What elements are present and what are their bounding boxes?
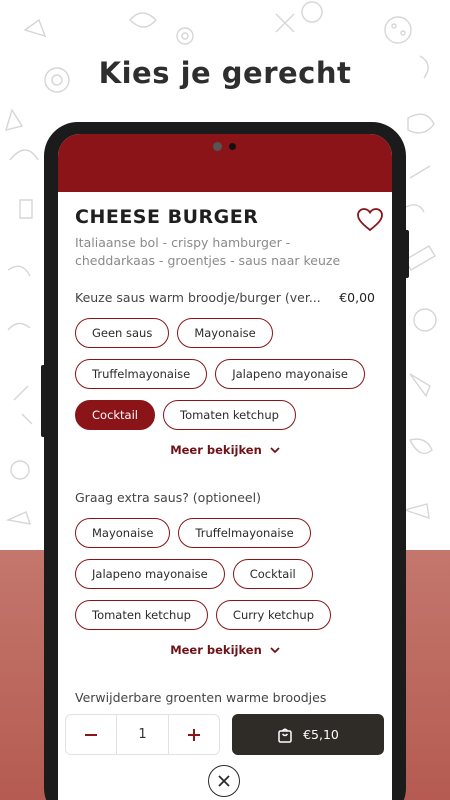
quantity-value: 1 xyxy=(116,715,169,754)
section-title: Graag extra saus? (optioneel) xyxy=(75,490,261,505)
option-chip-mayonaise[interactable]: Mayonaise xyxy=(177,318,273,348)
sensor-icon xyxy=(229,143,236,150)
option-chip-cocktail[interactable]: Cocktail xyxy=(232,559,313,589)
show-more-button[interactable]: Meer bekijken xyxy=(75,643,375,657)
product-title: CHEESE BURGER xyxy=(75,206,259,228)
sauce-choice-section: Keuze saus warm broodje/burger (ver... €… xyxy=(75,290,375,457)
section-title: Keuze saus warm broodje/burger (ver... xyxy=(75,290,321,305)
phone-side-button-right xyxy=(404,230,409,278)
shopping-bag-icon xyxy=(278,728,292,743)
phone-screen: CHEESE BURGER Italiaanse bol - crispy ha… xyxy=(58,134,392,800)
increase-quantity-button[interactable] xyxy=(169,715,219,754)
section-price: €0,00 xyxy=(339,290,375,305)
option-chip-tomaten-ketchup[interactable]: Tomaten ketchup xyxy=(75,600,208,630)
heart-icon[interactable] xyxy=(357,208,383,232)
chevron-down-icon xyxy=(270,646,280,653)
decrease-quantity-button[interactable] xyxy=(66,715,116,754)
show-more-label: Meer bekijken xyxy=(170,443,262,457)
extra-sauce-section: Graag extra saus? (optioneel) Mayonaise … xyxy=(75,490,375,657)
screen-header-bar xyxy=(58,134,392,192)
show-more-button[interactable]: Meer bekijken xyxy=(75,443,375,457)
option-chip-curry-ketchup[interactable]: Curry ketchup xyxy=(215,600,331,630)
page-headline: Kies je gerecht xyxy=(98,56,352,90)
product-detail: CHEESE BURGER Italiaanse bol - crispy ha… xyxy=(75,206,383,705)
chevron-down-icon xyxy=(270,446,280,453)
close-button[interactable] xyxy=(208,765,240,797)
removable-vegetables-section: Verwijderbare groenten warme broodjes xyxy=(75,690,375,705)
add-to-cart-button[interactable]: €5,10 xyxy=(232,714,384,755)
option-chip-jalapeno-mayonaise[interactable]: Jalapeno mayonaise xyxy=(75,559,225,589)
phone-side-button-left xyxy=(41,365,46,437)
option-chips: Mayonaise Truffelmayonaise Jalapeno mayo… xyxy=(75,518,375,641)
option-chip-mayonaise[interactable]: Mayonaise xyxy=(75,518,171,548)
option-chips: Geen saus Mayonaise Truffelmayonaise Jal… xyxy=(75,318,375,441)
plus-icon xyxy=(188,728,200,741)
show-more-label: Meer bekijken xyxy=(170,643,262,657)
cart-price: €5,10 xyxy=(303,727,339,742)
option-chip-tomaten-ketchup[interactable]: Tomaten ketchup xyxy=(163,400,296,430)
product-description: Italiaanse bol - crispy hamburger - ched… xyxy=(75,235,341,268)
option-chip-truffelmayonaise[interactable]: Truffelmayonaise xyxy=(178,518,311,548)
close-icon xyxy=(218,775,230,787)
camera-icon xyxy=(213,142,222,151)
option-chip-cocktail-selected[interactable]: Cocktail xyxy=(75,400,155,430)
option-chip-geen-saus[interactable]: Geen saus xyxy=(75,318,170,348)
option-chip-jalapeno-mayonaise[interactable]: Jalapeno mayonaise xyxy=(215,359,365,389)
option-chip-truffelmayonaise[interactable]: Truffelmayonaise xyxy=(75,359,208,389)
quantity-stepper: 1 xyxy=(65,714,220,755)
section-title: Verwijderbare groenten warme broodjes xyxy=(75,690,327,705)
minus-icon xyxy=(85,733,97,736)
